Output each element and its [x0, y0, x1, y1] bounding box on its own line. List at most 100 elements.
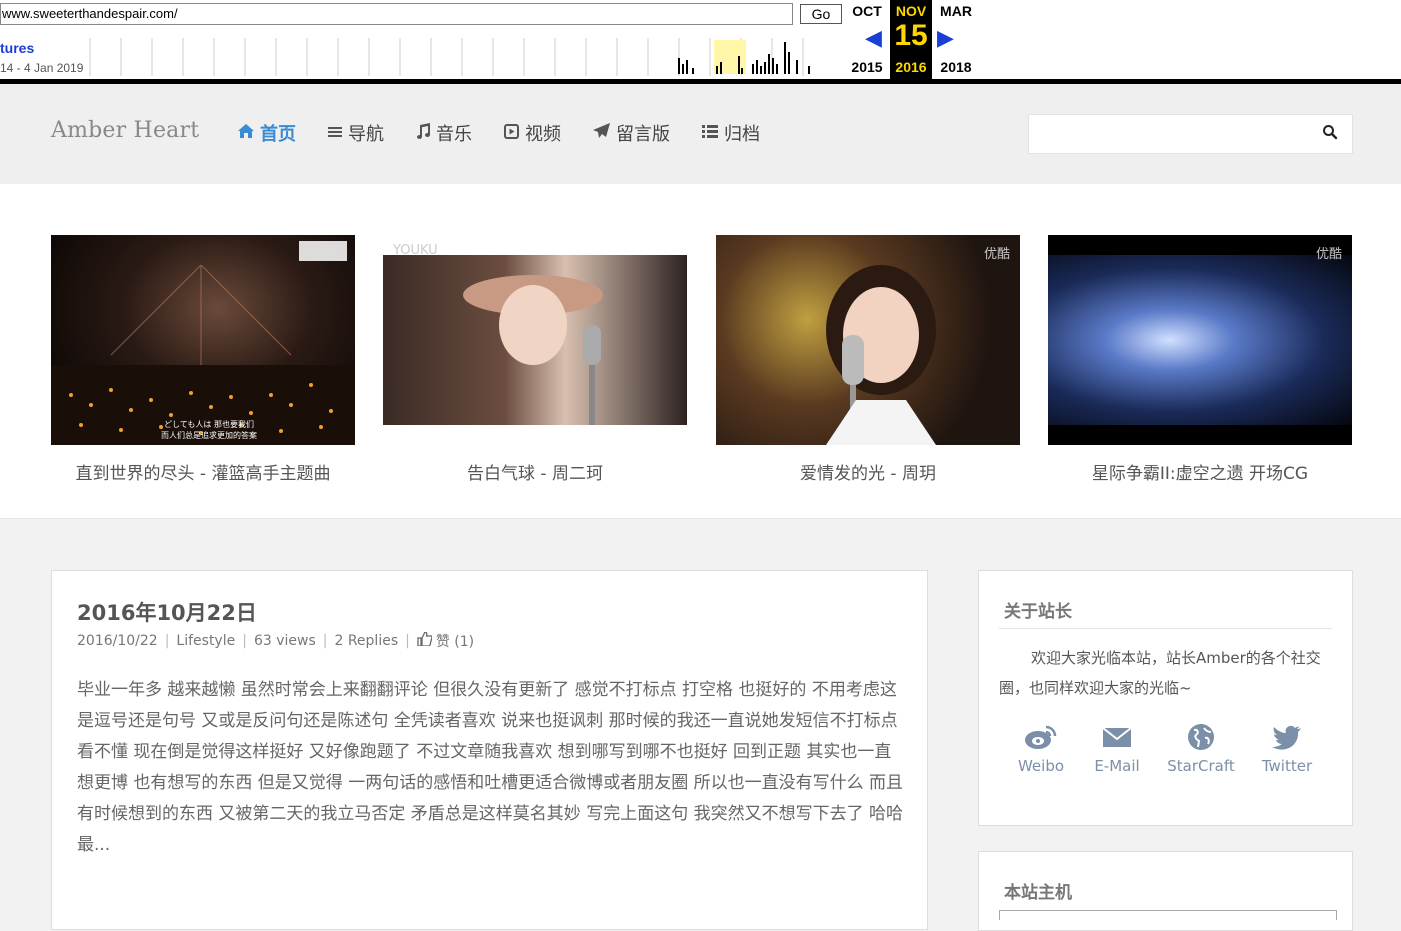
meta-separator: | — [405, 633, 410, 649]
wayback-next-month: MAR — [940, 3, 972, 19]
post-meta: 2016/10/22 | Lifestyle | 63 views | 2 Re… — [77, 631, 474, 651]
social-label: StarCraft — [1167, 757, 1235, 775]
video-title[interactable]: 星际争霸II:虚空之遗 开场CG — [1048, 459, 1352, 484]
wayback-calendar: OCT 2015 ◀ NOV 15 2016 ▶ MAR 2018 — [845, 0, 980, 79]
wayback-captures-link[interactable]: tures — [0, 40, 34, 56]
search-box — [1028, 114, 1353, 154]
singer-portrait-image — [826, 265, 936, 445]
concert-scene-image — [51, 241, 355, 445]
video-title[interactable]: 直到世界的尽头 - 灌篮高手主题曲 — [51, 459, 355, 484]
post-excerpt: 毕业一年多 越来越懒 虽然时常会上来翻翻评论 但很久没有更新了 感觉不打标点 打… — [77, 680, 904, 855]
wayback-sparkline[interactable] — [88, 38, 838, 76]
video-watermark: 优酷 — [1315, 247, 1342, 262]
nav-label: 留言版 — [616, 124, 670, 145]
wayback-go-button[interactable]: Go — [800, 4, 842, 24]
singer-with-mic-image — [463, 275, 603, 425]
music-icon — [416, 123, 430, 143]
send-icon — [593, 123, 610, 143]
video-title[interactable]: 爱情发的光 - 周玥 — [716, 459, 1020, 484]
video-subtitle: どしても人は 那也要我们 而人们总是追求更加的答案 — [161, 419, 257, 441]
social-label: E-Mail — [1094, 757, 1140, 775]
wayback-cur-year: 2016 — [895, 59, 927, 75]
globe-icon — [1188, 724, 1214, 750]
wayback-prev-year: 2015 — [851, 59, 883, 75]
nav-item-music[interactable]: 音乐 — [416, 120, 472, 146]
social-email-link[interactable]: E-Mail — [1077, 723, 1157, 775]
menu-icon — [328, 124, 342, 142]
site-header: Amber Heart 首页 导航 音乐 视频 留言版 归档 — [0, 84, 1401, 184]
post-card: 2016年10月22日 2016/10/22 | Lifestyle | 63 … — [51, 570, 928, 930]
featured-video-card[interactable]: 优酷 星际争霸II:虚空之遗 开场CG — [1048, 235, 1352, 484]
post-views: 63 views — [253, 633, 316, 649]
social-links: Weibo E-Mail StarCraft Twitter — [999, 723, 1334, 783]
nav-item-home[interactable]: 首页 — [238, 120, 296, 146]
thumbs-up-icon — [417, 631, 433, 650]
play-icon — [504, 123, 519, 143]
nav-item-video[interactable]: 视频 — [504, 120, 561, 146]
about-text: 欢迎大家光临本站，站长Amber的各个社交圈，也同样欢迎大家的光临~ — [999, 649, 1321, 697]
post-title[interactable]: 2016年10月22日 — [77, 597, 257, 627]
social-weibo-link[interactable]: Weibo — [1001, 723, 1081, 775]
list-icon — [702, 124, 718, 142]
host-banner-image[interactable] — [999, 910, 1337, 920]
meta-separator: | — [164, 633, 170, 649]
video-thumbnail[interactable]: 优酷 — [716, 235, 1020, 445]
social-starcraft-link[interactable]: StarCraft — [1161, 723, 1241, 775]
about-widget-title: 关于站长 — [1004, 602, 1072, 622]
wayback-cur-day: 15 — [894, 19, 928, 52]
host-widget: 本站主机 — [978, 851, 1353, 931]
search-icon[interactable] — [1322, 124, 1340, 142]
nav-label: 导航 — [348, 124, 384, 145]
widget-divider — [999, 628, 1332, 629]
video-thumbnail[interactable]: 优酷 — [1048, 235, 1352, 445]
about-widget: 关于站长 欢迎大家光临本站，站长Amber的各个社交圈，也同样欢迎大家的光临~ … — [978, 570, 1353, 826]
wayback-url-input[interactable]: www.sweeterthandespair.com/ — [0, 3, 793, 25]
social-label: Weibo — [1017, 757, 1065, 775]
featured-video-card[interactable]: どしても人は 那也要我们 而人们总是追求更加的答案 直到世界的尽头 - 灌篮高手… — [51, 235, 355, 484]
weibo-icon — [1025, 725, 1057, 749]
video-title[interactable]: 告白气球 - 周二珂 — [383, 459, 687, 484]
wayback-toolbar: www.sweeterthandespair.com/ Go tures 14 … — [0, 0, 1401, 84]
host-widget-title: 本站主机 — [1004, 883, 1072, 903]
site-logo[interactable]: Amber Heart — [51, 118, 199, 143]
singer-photo — [383, 255, 687, 425]
video-watermark: YOUKU — [393, 243, 438, 258]
meta-separator: | — [242, 633, 247, 649]
nav-label: 视频 — [525, 124, 561, 145]
nav-label: 归档 — [724, 124, 760, 145]
video-subtitle-line: どしても人は 那也要我们 — [164, 420, 254, 429]
search-input[interactable] — [1029, 115, 1309, 153]
video-subtitle-line: 而人们总是追求更加的答案 — [161, 431, 257, 440]
like-count: 赞 (1) — [435, 634, 475, 650]
post-replies-link[interactable]: 2 Replies — [334, 633, 398, 649]
nav-label: 首页 — [260, 124, 296, 145]
home-icon — [238, 124, 254, 142]
featured-videos: どしても人は 那也要我们 而人们总是追求更加的答案 直到世界的尽头 - 灌篮高手… — [0, 184, 1401, 519]
wayback-range: 14 - 4 Jan 2019 — [0, 61, 84, 75]
post-date: 2016/10/22 — [77, 633, 158, 649]
twitter-icon — [1272, 725, 1301, 750]
social-label: Twitter — [1261, 757, 1313, 775]
game-cg-image — [1048, 255, 1352, 425]
featured-video-card[interactable]: 优酷 爱情发的光 - 周玥 — [716, 235, 1020, 484]
video-thumbnail[interactable]: YOUKU — [383, 235, 687, 445]
wayback-prev-month: OCT — [852, 3, 882, 19]
video-thumbnail[interactable]: どしても人は 那也要我们 而人们总是追求更加的答案 — [51, 235, 355, 445]
wayback-next-year: 2018 — [940, 59, 972, 75]
social-twitter-link[interactable]: Twitter — [1247, 723, 1327, 775]
nav-item-guestbook[interactable]: 留言版 — [593, 120, 670, 146]
wayback-cur-month: NOV — [895, 3, 927, 19]
post-category-link[interactable]: Lifestyle — [176, 633, 235, 649]
nav-label: 音乐 — [436, 124, 472, 145]
nav-item-archive[interactable]: 归档 — [702, 120, 760, 146]
featured-video-card[interactable]: YOUKU 告白气球 - 周二珂 — [383, 235, 687, 484]
wayback-prev-arrow-icon[interactable]: ◀ — [865, 26, 882, 51]
main-nav: 首页 导航 音乐 视频 留言版 归档 — [238, 120, 792, 146]
like-button[interactable]: 赞 (1) — [417, 631, 474, 651]
wayback-current: NOV 15 2016 — [890, 0, 932, 79]
video-watermark: 优酷 — [983, 247, 1010, 262]
nav-item-guide[interactable]: 导航 — [328, 120, 384, 146]
mail-icon — [1102, 727, 1132, 747]
wayback-next[interactable]: MAR 2018 — [935, 0, 977, 79]
meta-separator: | — [322, 633, 328, 649]
